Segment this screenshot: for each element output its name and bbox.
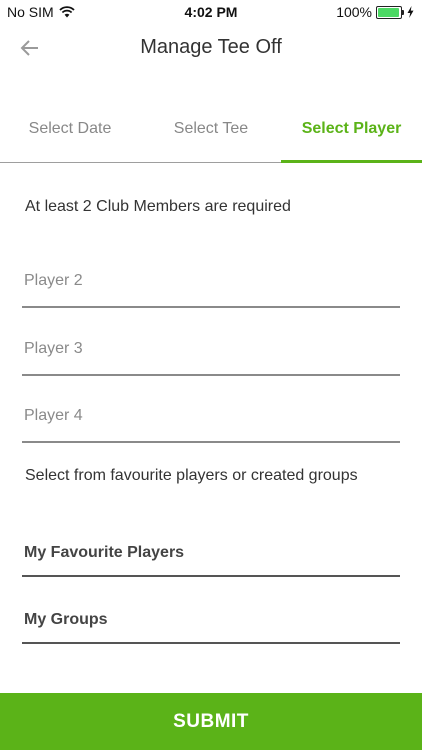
active-tab-indicator <box>281 160 422 163</box>
my-groups-selector[interactable]: My Groups <box>22 602 400 644</box>
player-2-placeholder: Player 2 <box>24 272 83 289</box>
tab-bar: Select Date Select Tee Select Player <box>0 100 422 163</box>
requirement-text: At least 2 Club Members are required <box>25 198 291 215</box>
submit-button[interactable]: SUBMIT <box>0 693 422 750</box>
status-bar: No SIM 4:02 PM 100% <box>0 0 422 24</box>
status-right: 100% <box>336 4 414 20</box>
charging-bolt-icon <box>407 6 414 18</box>
player-4-placeholder: Player 4 <box>24 407 83 424</box>
player-2-input[interactable]: Player 2 <box>22 266 400 308</box>
player-3-placeholder: Player 3 <box>24 340 83 357</box>
my-groups-label: My Groups <box>24 611 108 628</box>
battery-percent: 100% <box>336 4 372 20</box>
page-title: Manage Tee Off <box>140 36 282 58</box>
tab-select-player[interactable]: Select Player <box>281 100 422 162</box>
player-4-input[interactable]: Player 4 <box>22 401 400 443</box>
player-3-input[interactable]: Player 3 <box>22 334 400 376</box>
my-favourite-players-label: My Favourite Players <box>24 544 185 561</box>
battery-icon <box>376 5 406 19</box>
favourites-helper-text: Select from favourite players or created… <box>25 467 358 484</box>
nav-bar: Manage Tee Off <box>0 24 422 72</box>
tab-select-date[interactable]: Select Date <box>0 100 140 162</box>
tab-select-tee[interactable]: Select Tee <box>141 100 281 162</box>
my-favourite-players-selector[interactable]: My Favourite Players <box>22 535 400 577</box>
